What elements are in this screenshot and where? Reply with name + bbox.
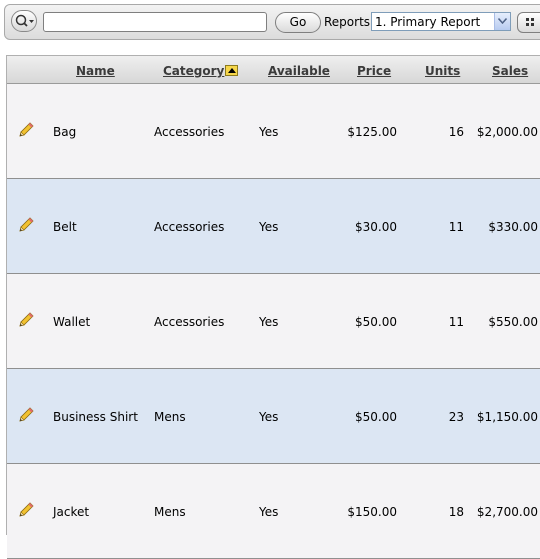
table-row: Bag Accessories Yes $125.00 16 $2,000.00 — [7, 84, 540, 179]
search-input[interactable] — [43, 12, 267, 32]
cell-name: Jacket — [53, 505, 90, 519]
column-header-category-label: Category — [163, 64, 225, 78]
column-header-name[interactable]: Name — [76, 64, 115, 78]
pencil-icon[interactable] — [17, 312, 35, 328]
cell-available: Yes — [259, 220, 279, 234]
column-header-price[interactable]: Price — [357, 64, 391, 78]
cell-available: Yes — [259, 315, 279, 329]
view-mode-button[interactable] — [517, 12, 540, 33]
reports-label: Reports — [324, 15, 371, 29]
report-toolbar: Go Reports 1. Primary Report — [4, 4, 540, 40]
report-table: Name Category Available Price Units Sale… — [6, 55, 540, 559]
cell-price: $50.00 — [355, 410, 397, 424]
cell-price: $30.00 — [355, 220, 397, 234]
magnifier-dropdown-icon — [15, 14, 34, 27]
cell-available: Yes — [259, 505, 279, 519]
table-row: Business Shirt Mens Yes $50.00 23 $1,150… — [7, 369, 540, 464]
cell-price: $150.00 — [347, 505, 397, 519]
cell-units: 11 — [448, 220, 464, 234]
cell-category: Mens — [154, 505, 186, 519]
cell-sales: $330.00 — [488, 220, 538, 234]
cell-units: 23 — [448, 410, 464, 424]
cell-category: Accessories — [154, 125, 225, 139]
column-header-units[interactable]: Units — [425, 64, 460, 78]
pencil-icon[interactable] — [17, 122, 35, 138]
column-header-sales[interactable]: Sales — [492, 64, 528, 78]
cell-sales: $550.00 — [488, 315, 538, 329]
search-column-button[interactable] — [11, 10, 37, 32]
cell-sales: $2,700.00 — [476, 505, 538, 519]
cell-sales: $1,150.00 — [476, 410, 538, 424]
reports-select[interactable]: 1. Primary Report — [371, 12, 511, 31]
cell-name: Business Shirt — [53, 410, 138, 424]
pencil-icon[interactable] — [17, 502, 35, 518]
cell-units: 18 — [448, 505, 464, 519]
cell-sales: $2,000.00 — [476, 125, 538, 139]
pencil-icon[interactable] — [17, 217, 35, 233]
table-header: Name Category Available Price Units Sale… — [7, 56, 540, 84]
cell-available: Yes — [259, 125, 279, 139]
sort-ascending-icon[interactable] — [225, 65, 239, 76]
cell-category: Accessories — [154, 315, 225, 329]
cell-units: 11 — [448, 315, 464, 329]
table-row: Belt Accessories Yes $30.00 11 $330.00 — [7, 179, 540, 274]
cell-category: Accessories — [154, 220, 225, 234]
go-button[interactable]: Go — [275, 12, 321, 33]
table-row: Wallet Accessories Yes $50.00 11 $550.00 — [7, 274, 540, 369]
cell-name: Belt — [53, 220, 77, 234]
cell-name: Wallet — [53, 315, 91, 329]
cell-price: $125.00 — [347, 125, 397, 139]
pencil-icon[interactable] — [17, 407, 35, 423]
column-header-category[interactable]: Category — [163, 64, 239, 78]
column-header-available[interactable]: Available — [268, 64, 330, 78]
cell-available: Yes — [259, 410, 279, 424]
cell-category: Mens — [154, 410, 186, 424]
chevron-down-icon[interactable] — [494, 13, 510, 30]
cell-price: $50.00 — [355, 315, 397, 329]
cell-name: Bag — [53, 125, 77, 139]
reports-select-value: 1. Primary Report — [375, 15, 481, 29]
grid-view-icon — [526, 18, 534, 26]
table-row: Jacket Mens Yes $150.00 18 $2,700.00 — [7, 464, 540, 559]
cell-units: 16 — [448, 125, 464, 139]
